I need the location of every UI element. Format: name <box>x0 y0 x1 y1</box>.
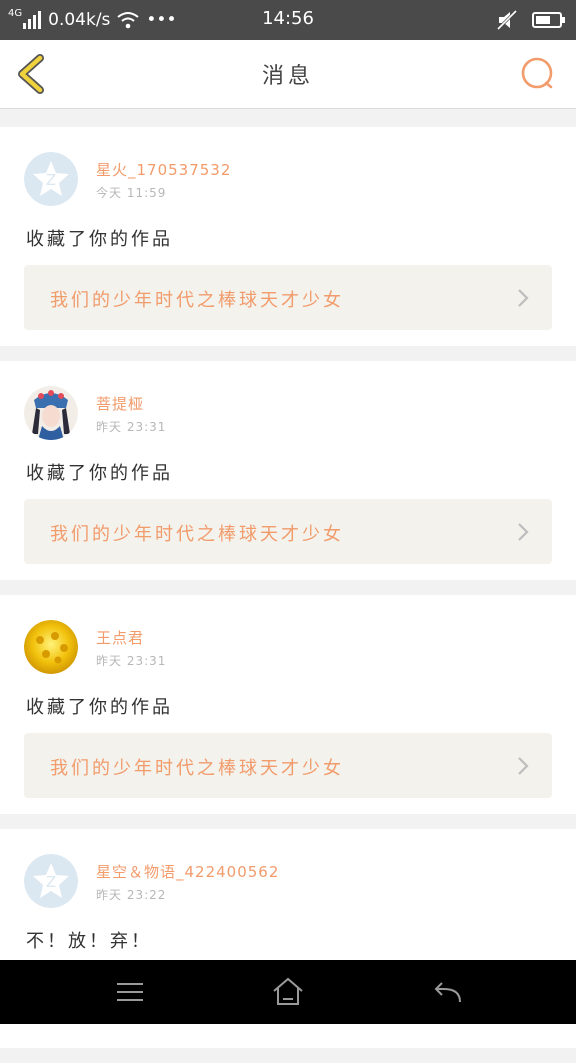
status-bar: 4G 0.04k/s ••• 14:56 <box>0 0 576 40</box>
message-time: 昨天 23:31 <box>96 420 167 434</box>
username-link[interactable]: 星火_170537532 <box>96 159 231 180</box>
message-card: 王点君 昨天 23:31 收藏了你的作品 我们的少年时代之棒球天才少女 <box>0 595 576 814</box>
menu-icon <box>117 983 143 1001</box>
avatar[interactable]: Z <box>24 152 78 206</box>
svg-text:Z: Z <box>46 873 56 891</box>
message-card: 菩提桠 昨天 23:31 收藏了你的作品 我们的少年时代之棒球天才少女 <box>0 361 576 580</box>
chevron-right-icon <box>518 757 529 775</box>
avatar[interactable] <box>24 386 78 440</box>
avatar[interactable]: Z <box>24 854 78 908</box>
work-title: 我们的少年时代之棒球天才少女 <box>50 524 344 545</box>
message-time: 昨天 23:22 <box>96 888 167 902</box>
chevron-right-icon <box>518 289 529 307</box>
username-link[interactable]: 王点君 <box>96 627 144 648</box>
default-avatar-icon: Z <box>24 152 78 206</box>
chevron-right-icon <box>518 523 529 541</box>
search-button[interactable] <box>518 54 558 94</box>
status-right <box>496 8 566 32</box>
message-card: Z 星火_170537532 今天 11:59 收藏了你的作品 我们的少年时代之… <box>0 127 576 346</box>
work-title: 我们的少年时代之棒球天才少女 <box>50 758 344 779</box>
opera-avatar-icon <box>24 386 78 440</box>
nav-back-button[interactable] <box>430 976 466 1008</box>
app-header: 消息 <box>0 40 576 109</box>
home-icon <box>273 977 303 1005</box>
message-text: 收藏了你的作品 <box>26 229 173 250</box>
battery-icon <box>532 12 565 28</box>
work-title: 我们的少年时代之棒球天才少女 <box>50 290 344 311</box>
message-text: 收藏了你的作品 <box>26 697 173 718</box>
username-link[interactable]: 星空＆物语_422400562 <box>96 861 279 882</box>
message-text: 不！放！弃！ <box>26 931 152 952</box>
message-text: 收藏了你的作品 <box>26 463 173 484</box>
message-list: Z 星火_170537532 今天 11:59 收藏了你的作品 我们的少年时代之… <box>0 127 576 1063</box>
nav-home-button[interactable] <box>270 976 306 1008</box>
work-link[interactable]: 我们的少年时代之棒球天才少女 <box>24 499 552 564</box>
default-avatar-icon: Z <box>24 854 78 908</box>
work-link[interactable]: 我们的少年时代之棒球天才少女 <box>24 265 552 330</box>
page-title: 消息 <box>261 64 314 89</box>
status-time: 14:56 <box>262 8 314 29</box>
mute-icon <box>496 9 518 31</box>
svg-text:Z: Z <box>46 171 56 189</box>
work-link[interactable]: 我们的少年时代之棒球天才少女 <box>24 733 552 798</box>
system-nav-bar <box>0 960 576 1024</box>
back-nav-icon <box>434 982 461 1003</box>
nav-menu-button[interactable] <box>112 976 148 1008</box>
avatar[interactable] <box>24 620 78 674</box>
username-link[interactable]: 菩提桠 <box>96 393 144 414</box>
sunflower-avatar-icon <box>24 620 78 674</box>
message-time: 今天 11:59 <box>96 186 167 200</box>
message-time: 昨天 23:31 <box>96 654 167 668</box>
search-icon <box>521 57 553 89</box>
